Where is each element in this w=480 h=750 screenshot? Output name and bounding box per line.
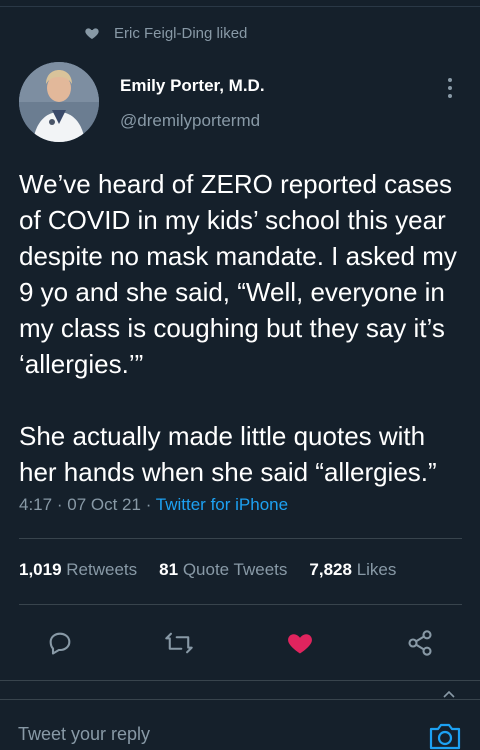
meta-separator: ·: [56, 495, 63, 514]
social-context-text: Eric Feigl-Ding liked: [114, 24, 248, 42]
divider: [0, 680, 480, 681]
tweet-time: 4:17: [19, 495, 53, 514]
quotes-count: 81: [159, 560, 179, 579]
tweet-source-link[interactable]: Twitter for iPhone: [156, 495, 288, 514]
tweet-actions: [0, 626, 480, 660]
top-divider: [0, 6, 480, 7]
share-button[interactable]: [402, 626, 438, 660]
likes-stat[interactable]: 7,828 Likes: [309, 560, 396, 580]
dot-icon: [448, 86, 452, 90]
tweet-date: 07 Oct 21: [67, 495, 141, 514]
dot-icon: [448, 78, 452, 82]
chevron-up-icon[interactable]: [443, 690, 455, 698]
avatar[interactable]: [19, 62, 99, 142]
heart-filled-icon: [288, 634, 312, 654]
more-options-button[interactable]: [440, 74, 460, 102]
quotes-label: Quote Tweets: [182, 560, 288, 579]
camera-icon[interactable]: [428, 720, 462, 750]
avatar-image: [19, 62, 99, 142]
reply-bar-divider: [0, 699, 480, 700]
like-button[interactable]: [282, 626, 318, 660]
retweets-count: 1,019: [19, 560, 62, 579]
quotes-stat[interactable]: 81 Quote Tweets: [159, 560, 287, 580]
author-handle[interactable]: @dremilyportermd: [120, 111, 260, 131]
retweets-stat[interactable]: 1,019 Retweets: [19, 560, 137, 580]
retweets-label: Retweets: [66, 560, 138, 579]
tweet-stats: 1,019 Retweets 81 Quote Tweets 7,828 Lik…: [19, 560, 418, 580]
share-icon: [408, 630, 432, 656]
tweet-paragraph: We’ve heard of ZERO reported cases of CO…: [19, 169, 457, 379]
heart-icon: [85, 28, 99, 39]
retweet-button[interactable]: [161, 626, 197, 660]
tweet-paragraph: She actually made little quotes with her…: [19, 421, 437, 487]
reply-input[interactable]: Tweet your reply: [18, 724, 150, 745]
likes-label: Likes: [356, 560, 397, 579]
tweet-text: We’ve heard of ZERO reported cases of CO…: [19, 166, 469, 490]
reply-icon: [49, 632, 71, 655]
meta-separator: ·: [145, 495, 152, 514]
divider: [19, 604, 462, 605]
reply-button[interactable]: [42, 626, 78, 660]
retweet-icon: [165, 632, 193, 654]
divider: [19, 538, 462, 539]
social-context: Eric Feigl-Ding liked: [84, 22, 247, 44]
author-name[interactable]: Emily Porter, M.D.: [120, 76, 265, 96]
dot-icon: [448, 94, 452, 98]
likes-count: 7,828: [309, 560, 352, 579]
tweet-meta: 4:17 · 07 Oct 21 · Twitter for iPhone: [19, 495, 288, 515]
